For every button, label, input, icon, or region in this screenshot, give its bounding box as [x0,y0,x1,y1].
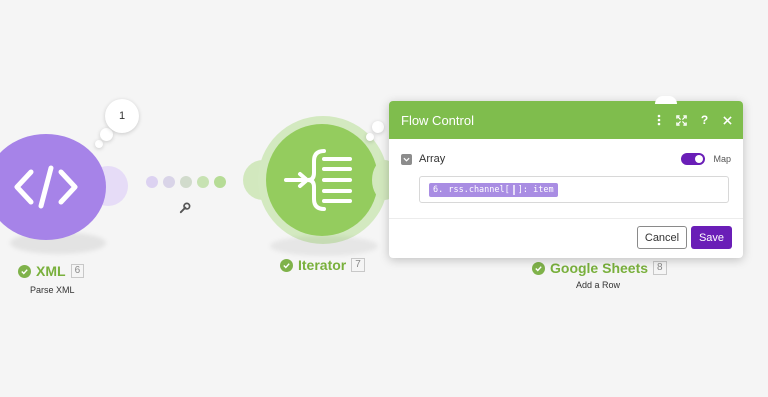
check-icon [280,258,293,272]
iterator-ops-bubble-medium [372,121,384,133]
iterator-module-name: Iterator [298,257,347,273]
iterator-module[interactable] [266,124,378,236]
sheets-module-name: Google Sheets [550,260,649,276]
iterator-module-label: Iterator 7 [280,257,365,273]
operations-count: 1 [118,110,126,122]
pill-item: ]: item [517,184,554,195]
iterator-icon [284,149,352,211]
code-icon [14,165,78,209]
xml-module-label: XML 6 [18,263,85,279]
connection-dots[interactable] [146,176,226,188]
more-vertical-icon[interactable] [647,101,670,139]
check-icon [532,261,545,275]
map-toggle[interactable] [681,153,706,165]
sheets-module-id: 8 [653,261,667,275]
array-field-label: Array [419,153,446,165]
xml-module-id: 6 [70,264,85,278]
iterator-module-shadow [270,236,378,256]
save-button[interactable]: Save [691,226,732,249]
sheets-module-subtitle: Add a Row [576,280,621,290]
chevron-down-icon[interactable] [401,153,412,165]
connection-dot [197,176,209,188]
sheets-module-label: Google Sheets 8 [532,260,667,276]
iterator-ops-bubble-small [366,133,374,141]
array-input[interactable]: 6. rss.channel[ ]: item [419,176,729,203]
connection-dot [180,176,192,188]
dialog-header: Flow Control ? [389,101,743,139]
connection-dot [214,176,226,188]
dialog-title: Flow Control [401,112,474,128]
xml-module[interactable] [0,134,106,240]
xml-module-name: XML [36,263,66,279]
iterator-module-id: 7 [351,258,365,272]
xml-ops-bubble-small [95,140,103,148]
xml-operations-count-bubble[interactable]: 1 [105,99,139,133]
connection-dot [146,176,158,188]
array-field-row: Array Map [401,153,731,165]
connection-dot [163,176,175,188]
mapped-value-pill[interactable]: 6. rss.channel[ ]: item [429,182,558,197]
xml-ops-bubble-medium [100,128,113,141]
pill-path: 6. rss.channel[ [433,184,510,195]
flow-control-dialog: Flow Control ? Array Map 6. rss.channel[… [389,101,743,258]
map-toggle-label: Map [713,154,731,164]
expand-icon[interactable] [670,101,693,139]
help-icon[interactable]: ? [693,101,716,139]
wrench-icon[interactable] [178,202,191,215]
close-icon[interactable] [716,101,739,139]
dialog-footer-divider [389,218,743,219]
sheets-ops-bubble [655,96,677,104]
cancel-button[interactable]: Cancel [637,226,687,249]
pill-separator [512,184,515,195]
check-icon [18,264,31,278]
xml-module-subtitle: Parse XML [30,285,75,295]
